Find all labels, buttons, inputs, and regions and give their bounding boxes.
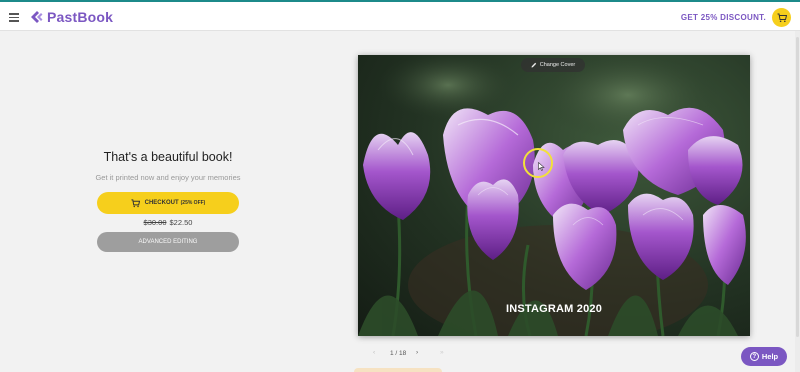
crocus-flowers-image	[358, 55, 746, 336]
help-label: Help	[761, 352, 779, 361]
pencil-icon	[531, 62, 536, 68]
last-page-icon[interactable]: »	[440, 349, 444, 356]
book-cover-image[interactable]	[358, 55, 750, 336]
previous-page-icon[interactable]: ‹	[373, 349, 375, 356]
page-counter: 1 / 18	[390, 350, 407, 357]
cover-title[interactable]: INSTAGRAM 2020	[358, 303, 750, 315]
cart-icon	[131, 198, 140, 208]
pastbook-logo[interactable]: PastBook	[29, 8, 113, 26]
original-price: $30.00	[143, 218, 167, 227]
page-scrollbar[interactable]	[795, 31, 800, 372]
scrollbar-thumb[interactable]	[796, 37, 799, 337]
checkout-button[interactable]: CHECKOUT (25% OFF)	[97, 192, 239, 214]
checkout-discount: (25% OFF)	[180, 200, 206, 206]
question-icon: ?	[749, 352, 759, 361]
page-subtitle: Get it printed now and enjoy your memori…	[95, 173, 241, 182]
pastbook-logo-icon	[31, 11, 43, 23]
page-title: That's a beautiful book!	[103, 150, 233, 164]
change-cover-label: Change Cover	[539, 62, 576, 68]
discounted-price: $22.50	[169, 218, 193, 227]
mouse-cursor-icon	[538, 162, 545, 171]
advanced-editing-button[interactable]: ADVANCED EDITING	[97, 232, 239, 252]
brand-name: PastBook	[47, 9, 114, 25]
price-row: $30.00 $22.50	[80, 218, 256, 227]
checkout-panel: That's a beautiful book! Get it printed …	[80, 150, 256, 252]
help-button[interactable]: ? Help	[741, 347, 787, 366]
change-cover-button[interactable]: Change Cover	[521, 58, 585, 72]
page-navigator: ‹ 1 / 18 › »	[360, 349, 460, 361]
hamburger-menu-icon[interactable]	[9, 13, 19, 22]
cart-icon	[777, 13, 787, 22]
bottom-drawer-tab[interactable]	[354, 368, 442, 372]
cart-button[interactable]	[772, 8, 791, 27]
next-page-icon[interactable]: ›	[416, 349, 418, 356]
discount-banner[interactable]: GET 25% DISCOUNT.	[681, 13, 766, 22]
top-bar: PastBook GET 25% DISCOUNT.	[0, 0, 800, 31]
checkout-label: CHECKOUT	[144, 200, 179, 206]
